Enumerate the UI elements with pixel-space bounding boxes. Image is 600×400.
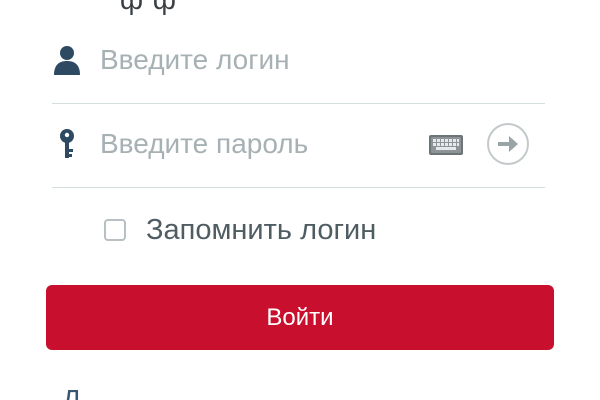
keyboard-icon[interactable] xyxy=(429,135,463,155)
key-icon xyxy=(52,128,82,160)
remember-checkbox[interactable] xyxy=(104,219,126,241)
arrow-right-icon[interactable] xyxy=(487,123,529,165)
header-title-cut: ф ф xyxy=(120,0,177,16)
footer-link-cut[interactable]: Д xyxy=(62,384,81,400)
password-divider xyxy=(52,187,545,188)
remember-login[interactable]: Запомнить логин xyxy=(104,208,376,252)
login-button[interactable]: Войти xyxy=(46,285,554,350)
login-field xyxy=(52,30,545,104)
user-icon xyxy=(52,44,82,76)
login-divider xyxy=(52,103,545,104)
password-input[interactable] xyxy=(100,122,420,166)
login-input[interactable] xyxy=(100,38,420,82)
login-screen: ф ф xyxy=(0,0,600,400)
password-field xyxy=(52,114,545,188)
remember-label: Запомнить логин xyxy=(146,213,377,246)
